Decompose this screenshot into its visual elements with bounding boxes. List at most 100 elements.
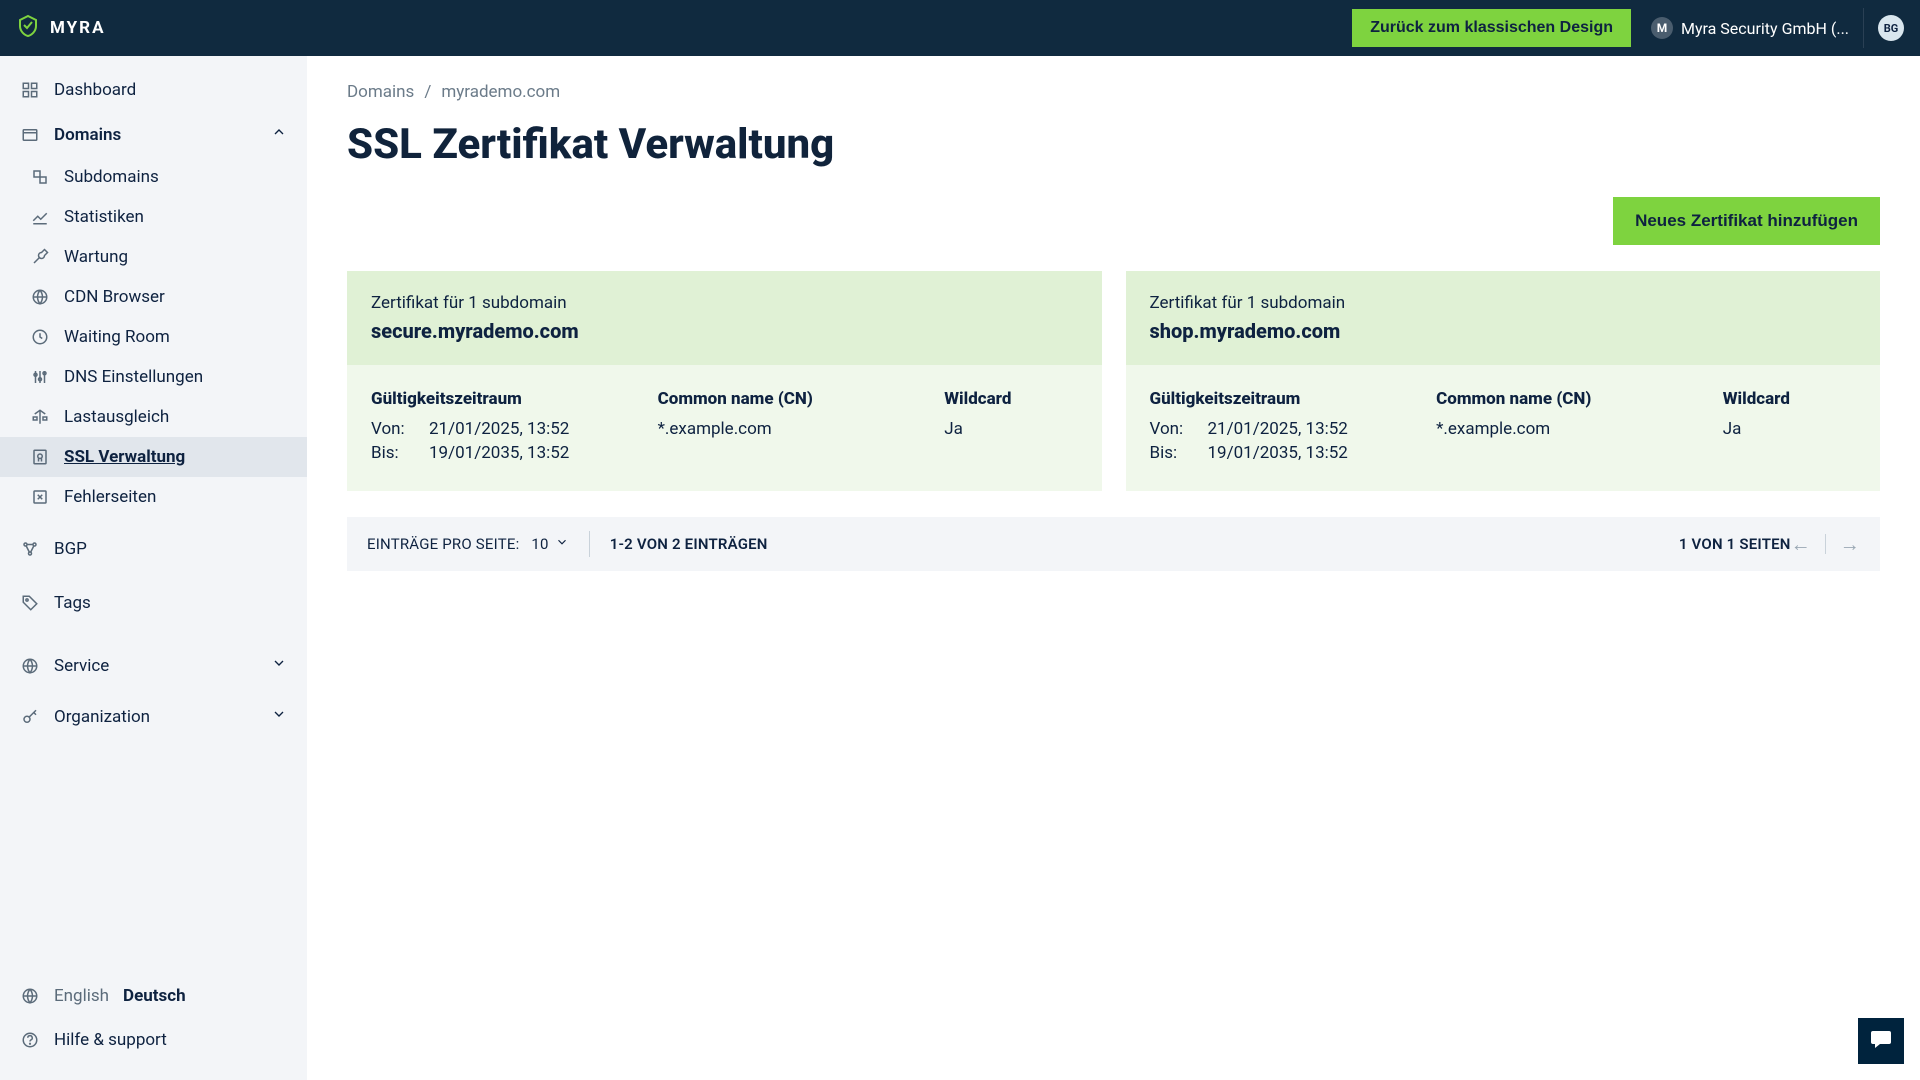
sidebar-item-dashboard[interactable]: Dashboard <box>0 68 307 112</box>
main-content: Domains / myrademo.com SSL Zertifikat Ve… <box>307 56 1920 1080</box>
cert-to: 19/01/2035, 13:52 <box>429 443 569 463</box>
lang-deutsch[interactable]: Deutsch <box>123 986 186 1006</box>
user-avatar[interactable]: BG <box>1878 15 1904 41</box>
cert-from: 21/01/2025, 13:52 <box>1208 419 1348 439</box>
wildcard-label: Wildcard <box>944 389 1077 409</box>
breadcrumb: Domains / myrademo.com <box>347 82 1880 102</box>
app-header: MYRA Zurück zum klassischen Design M Myr… <box>0 0 1920 56</box>
certificate-card[interactable]: Zertifikat für 1 subdomain shop.myrademo… <box>1126 271 1881 491</box>
to-label: Bis: <box>1150 443 1190 463</box>
cert-wildcard: Ja <box>1723 419 1856 439</box>
sidebar-item-stats[interactable]: Statistiken <box>0 197 307 237</box>
sidebar-item-organization[interactable]: Organization <box>0 694 307 739</box>
chevron-down-icon <box>555 535 569 553</box>
globe-icon <box>20 987 40 1005</box>
brand-logo[interactable]: MYRA <box>16 14 106 43</box>
validity-label: Gültigkeitszeitraum <box>1150 389 1417 409</box>
sliders-icon <box>30 368 50 386</box>
sidebar-item-lastausgleich[interactable]: Lastausgleich <box>0 397 307 437</box>
sidebar-item-label: Service <box>54 656 109 676</box>
to-label: Bis: <box>371 443 411 463</box>
next-page-button[interactable]: → <box>1840 534 1860 554</box>
sidebar-item-cdn[interactable]: CDN Browser <box>0 277 307 317</box>
breadcrumb-separator: / <box>424 82 431 102</box>
sidebar-item-label: Tags <box>54 593 91 613</box>
sidebar-item-label: BGP <box>54 539 87 559</box>
from-label: Von: <box>371 419 411 439</box>
sidebar-item-label: Lastausgleich <box>64 407 169 427</box>
certificate-card[interactable]: Zertifikat für 1 subdomain secure.myrade… <box>347 271 1102 491</box>
subdomain-icon <box>30 168 50 186</box>
wrench-icon <box>30 248 50 266</box>
clock-icon <box>30 328 50 346</box>
cn-label: Common name (CN) <box>1436 389 1703 409</box>
sidebar-item-label: Statistiken <box>64 207 144 227</box>
sidebar-item-bgp[interactable]: BGP <box>0 527 307 571</box>
help-icon <box>20 1031 40 1049</box>
globe-icon <box>20 657 40 675</box>
pager-divider <box>589 531 590 557</box>
org-switcher[interactable]: M Myra Security GmbH (... <box>1651 17 1849 39</box>
sidebar-item-fehlerseiten[interactable]: Fehlerseiten <box>0 477 307 517</box>
cert-domain: shop.myrademo.com <box>1150 319 1857 343</box>
entries-count: 1-2 VON 2 EINTRÄGEN <box>610 535 768 553</box>
sidebar-item-label: Fehlerseiten <box>64 487 156 507</box>
org-name-text: Myra Security GmbH (... <box>1681 19 1849 38</box>
chart-icon <box>30 208 50 226</box>
sidebar-item-help[interactable]: Hilfe & support <box>20 1018 287 1062</box>
sidebar-item-service[interactable]: Service <box>0 643 307 688</box>
prev-page-button[interactable]: ← <box>1791 534 1811 554</box>
sidebar-item-dns[interactable]: DNS Einstellungen <box>0 357 307 397</box>
pagination-bar: EINTRÄGE PRO SEITE: 10 1-2 VON 2 EINTRÄG… <box>347 517 1880 571</box>
cert-to: 19/01/2035, 13:52 <box>1208 443 1348 463</box>
chevron-down-icon <box>271 655 287 676</box>
cert-subtitle: Zertifikat für 1 subdomain <box>1150 293 1857 313</box>
browser-icon <box>20 126 40 144</box>
dashboard-icon <box>20 81 40 99</box>
header-divider <box>1863 8 1864 48</box>
sidebar-item-waiting[interactable]: Waiting Room <box>0 317 307 357</box>
sidebar-item-ssl[interactable]: SSL Verwaltung <box>0 437 307 477</box>
per-page-value: 10 <box>531 535 548 553</box>
network-icon <box>20 540 40 558</box>
cert-cn: *.example.com <box>658 419 925 439</box>
key-icon <box>20 708 40 726</box>
sidebar-item-label: Waiting Room <box>64 327 170 347</box>
from-label: Von: <box>1150 419 1190 439</box>
cert-cn: *.example.com <box>1436 419 1703 439</box>
lang-english[interactable]: English <box>54 986 109 1006</box>
cert-wildcard: Ja <box>944 419 1077 439</box>
brand-name: MYRA <box>50 18 106 38</box>
per-page-label: EINTRÄGE PRO SEITE: <box>367 535 519 553</box>
breadcrumb-root[interactable]: Domains <box>347 82 414 102</box>
add-certificate-button[interactable]: Neues Zertifikat hinzufügen <box>1613 197 1880 245</box>
sidebar-item-label: DNS Einstellungen <box>64 367 203 387</box>
sidebar-item-label: CDN Browser <box>64 287 165 307</box>
chat-icon <box>1869 1027 1893 1055</box>
cert-subtitle: Zertifikat für 1 subdomain <box>371 293 1078 313</box>
sidebar-item-label: Dashboard <box>54 80 136 100</box>
pages-count: 1 VON 1 SEITEN <box>1679 535 1791 553</box>
tag-icon <box>20 594 40 612</box>
sidebar-item-label: Domains <box>54 125 121 145</box>
sidebar-item-label: Subdomains <box>64 167 159 187</box>
language-switcher: English Deutsch <box>20 974 287 1018</box>
certificate-icon <box>30 448 50 466</box>
sidebar-item-subdomains[interactable]: Subdomains <box>0 157 307 197</box>
sidebar-item-label: Organization <box>54 707 150 727</box>
breadcrumb-current: myrademo.com <box>441 82 560 102</box>
wildcard-label: Wildcard <box>1723 389 1856 409</box>
cn-label: Common name (CN) <box>658 389 925 409</box>
org-badge: M <box>1651 17 1673 39</box>
sidebar-item-wartung[interactable]: Wartung <box>0 237 307 277</box>
sidebar-item-domains[interactable]: Domains <box>0 112 307 157</box>
chat-button[interactable] <box>1858 1018 1904 1064</box>
classic-design-button[interactable]: Zurück zum klassischen Design <box>1352 9 1631 47</box>
sidebar: Dashboard Domains Subdomains Statistiken… <box>0 56 307 1080</box>
chevron-down-icon <box>271 706 287 727</box>
sidebar-item-tags[interactable]: Tags <box>0 581 307 625</box>
cert-domain: secure.myrademo.com <box>371 319 1078 343</box>
per-page-select[interactable]: 10 <box>531 535 568 553</box>
error-page-icon <box>30 488 50 506</box>
globe-icon <box>30 288 50 306</box>
